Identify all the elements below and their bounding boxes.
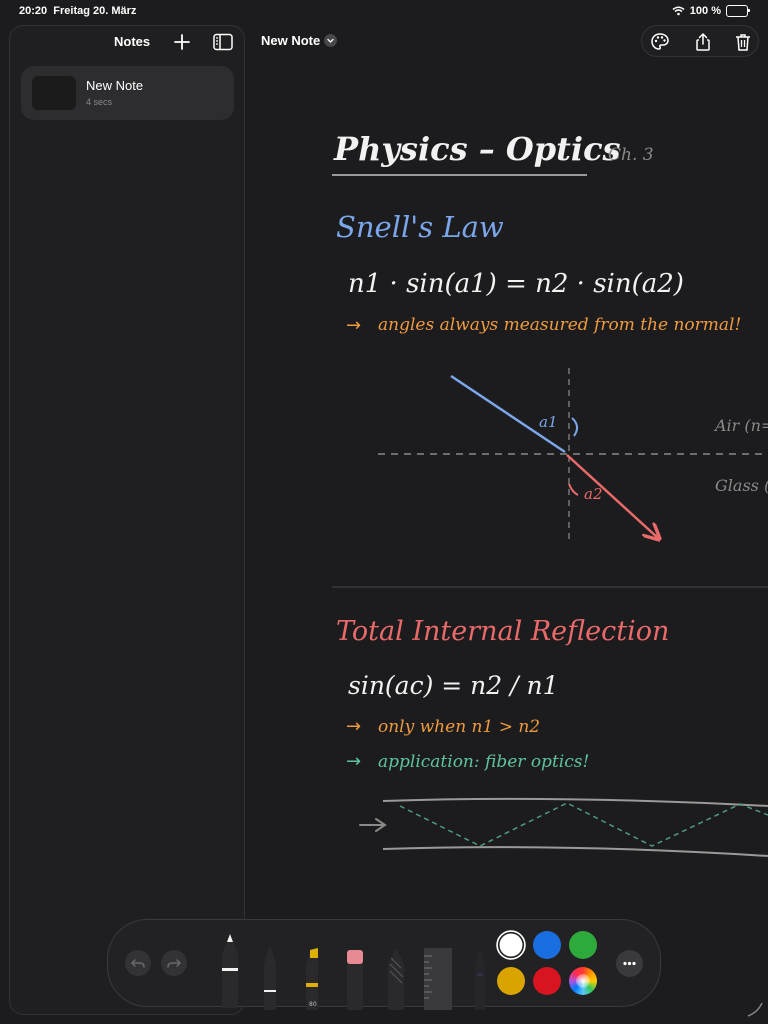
redo-icon bbox=[167, 959, 182, 968]
color-wheel-icon bbox=[576, 974, 590, 988]
angle-label-1: a1 bbox=[539, 413, 558, 431]
snells-law-formula: n1 · sin(a1) = n2 · sin(a2) bbox=[348, 269, 684, 299]
color-swatch-blue[interactable] bbox=[533, 931, 561, 959]
lasso-tool[interactable] bbox=[470, 946, 490, 1010]
undo-button[interactable] bbox=[125, 950, 151, 976]
color-swatch-red[interactable] bbox=[533, 967, 561, 995]
angle-arc-1 bbox=[571, 417, 578, 437]
angle-label-2: a2 bbox=[584, 485, 603, 503]
tir-note-application: application: fiber optics! bbox=[378, 752, 589, 772]
arrow-icon: → bbox=[346, 315, 361, 336]
note-heading: Physics – Optics bbox=[333, 130, 621, 168]
input-arrow-icon bbox=[359, 818, 387, 832]
medium-label-air: Air (n= bbox=[713, 416, 768, 435]
fineliner-tool[interactable] bbox=[264, 948, 276, 1010]
fiber-optic-diagram bbox=[359, 797, 768, 857]
color-picker-button[interactable] bbox=[569, 967, 597, 995]
color-swatch-green[interactable] bbox=[569, 931, 597, 959]
medium-label-glass: Glass ( bbox=[715, 476, 768, 495]
undo-icon bbox=[130, 959, 145, 968]
fiber-lower-wall bbox=[382, 846, 768, 857]
tir-heading: Total Internal Reflection bbox=[336, 616, 669, 647]
more-icon bbox=[623, 961, 636, 966]
refraction-diagram: a1 a2 Air (n= Glass ( bbox=[378, 368, 768, 540]
ruler-tool[interactable] bbox=[424, 948, 452, 1010]
tir-note-condition: only when n1 > n2 bbox=[378, 717, 540, 737]
arrow-icon: → bbox=[346, 751, 361, 772]
chapter-label: Ch. 3 bbox=[608, 145, 654, 165]
highlighter-value: 80 bbox=[309, 1001, 317, 1008]
tool-palette: 80 bbox=[222, 934, 452, 1010]
snells-law-note: angles always measured from the normal! bbox=[378, 315, 741, 335]
highlighter-tool[interactable]: 80 bbox=[306, 948, 318, 1010]
pencil-tool[interactable] bbox=[388, 948, 404, 1010]
refracted-ray bbox=[566, 454, 658, 538]
resize-handle-icon[interactable] bbox=[747, 1002, 763, 1017]
more-button[interactable] bbox=[616, 950, 643, 977]
fiber-upper-wall bbox=[382, 797, 768, 807]
eraser-tool[interactable] bbox=[347, 950, 363, 1010]
angle-arc-2 bbox=[568, 483, 579, 496]
pen-tool[interactable] bbox=[222, 934, 238, 1008]
arrow-icon: → bbox=[346, 716, 361, 737]
light-path bbox=[399, 802, 768, 847]
color-swatch-yellow[interactable] bbox=[497, 967, 525, 995]
snells-law-heading: Snell's Law bbox=[336, 210, 504, 244]
note-canvas[interactable]: Physics – Optics Ch. 3 Snell's Law n1 · … bbox=[0, 0, 768, 1024]
tir-formula: sin(ac) = n2 / n1 bbox=[348, 671, 559, 700]
color-swatch-white[interactable] bbox=[499, 933, 523, 957]
redo-button[interactable] bbox=[161, 950, 187, 976]
